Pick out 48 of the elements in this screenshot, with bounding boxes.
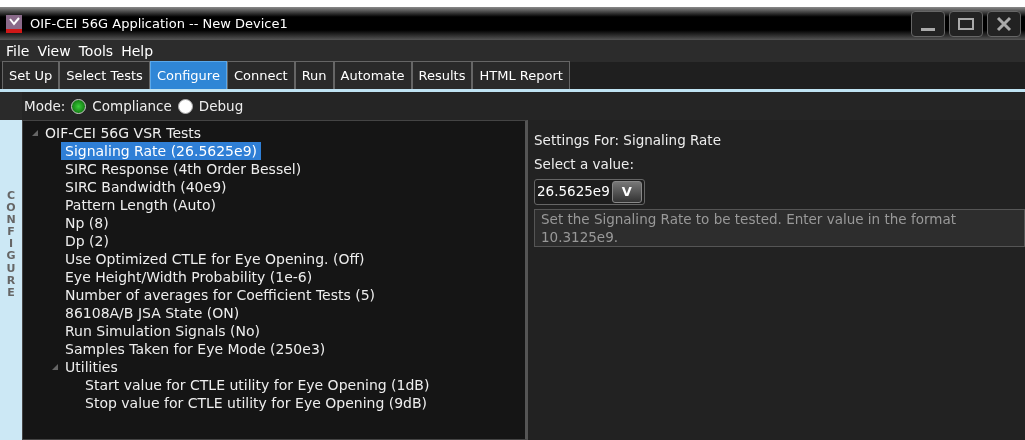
maximize-button[interactable] [949, 10, 983, 37]
tree-item[interactable]: Use Optimized CTLE for Eye Opening. (Off) [61, 250, 369, 268]
menu-item[interactable]: File [6, 40, 30, 62]
tree-item[interactable]: OIF-CEI 56G VSR Tests [41, 124, 206, 142]
tree-item[interactable]: SIRC Response (4th Order Bessel) [61, 160, 306, 178]
minimize-button[interactable] [911, 10, 945, 37]
tree-item[interactable]: Eye Height/Width Probability (1e-6) [61, 268, 317, 286]
close-icon [996, 15, 1012, 32]
tab[interactable]: Select Tests [59, 61, 150, 89]
app-icon [6, 14, 22, 33]
mode-label: Mode: [24, 96, 66, 116]
radio-button[interactable] [177, 98, 193, 114]
tree-item[interactable]: 86108A/B JSA State (ON) [61, 304, 244, 322]
tree-item[interactable]: Np (8) [61, 214, 113, 232]
window-title: OIF-CEI 56G Application -- New Device1 [30, 14, 288, 33]
radio-label: Compliance [92, 96, 172, 116]
minimize-icon [921, 28, 935, 31]
tree-item[interactable]: Signaling Rate (26.5625e9) [61, 142, 261, 160]
side-label: CONFIGURE [5, 190, 17, 301]
tab[interactable]: Set Up [2, 61, 60, 89]
tree-item[interactable]: SIRC Bandwidth (40e9) [61, 178, 231, 196]
tab[interactable]: HTML Report [472, 61, 570, 89]
tree-item[interactable]: Run Simulation Signals (No) [61, 322, 265, 340]
menu-item[interactable]: View [37, 40, 71, 62]
maximize-icon [957, 16, 975, 31]
expander-icon[interactable] [51, 362, 61, 372]
tree-item[interactable]: Pattern Length (Auto) [61, 196, 220, 214]
tree-item[interactable]: Stop value for CTLE utility for Eye Opening (9dB) [81, 394, 432, 412]
tree-item[interactable]: Start value for CTLE utility for Eye Opening (1dB) [81, 376, 434, 394]
menu-item[interactable]: Tools [78, 40, 114, 62]
description-text: Set the Signaling Rate to be tested. Enter value in the format 10.3125e9. [534, 208, 1025, 247]
radio-label: Debug [198, 96, 244, 116]
value-dropdown[interactable]: 26.5625e9 V [534, 178, 645, 205]
radio-button[interactable] [71, 98, 87, 114]
prompt-label: Select a value: [534, 155, 634, 175]
settings-title: Settings For: Signaling Rate [534, 131, 721, 150]
tree-item[interactable]: Samples Taken for Eye Mode (250e3) [61, 340, 330, 358]
tree-item[interactable]: Dp (2) [61, 232, 113, 250]
tab[interactable]: Configure [149, 61, 227, 89]
tab[interactable]: Results [411, 61, 473, 89]
tab[interactable]: Connect [226, 61, 295, 89]
menu-item[interactable]: Help [121, 40, 154, 62]
tree-item[interactable]: Utilities [61, 358, 122, 376]
tab[interactable]: Automate [333, 61, 412, 89]
tree-item[interactable]: Number of averages for Coefficient Tests (5) [61, 286, 380, 304]
expander-icon[interactable] [31, 128, 41, 138]
tab[interactable]: Run [294, 61, 334, 89]
close-button[interactable] [987, 10, 1021, 37]
